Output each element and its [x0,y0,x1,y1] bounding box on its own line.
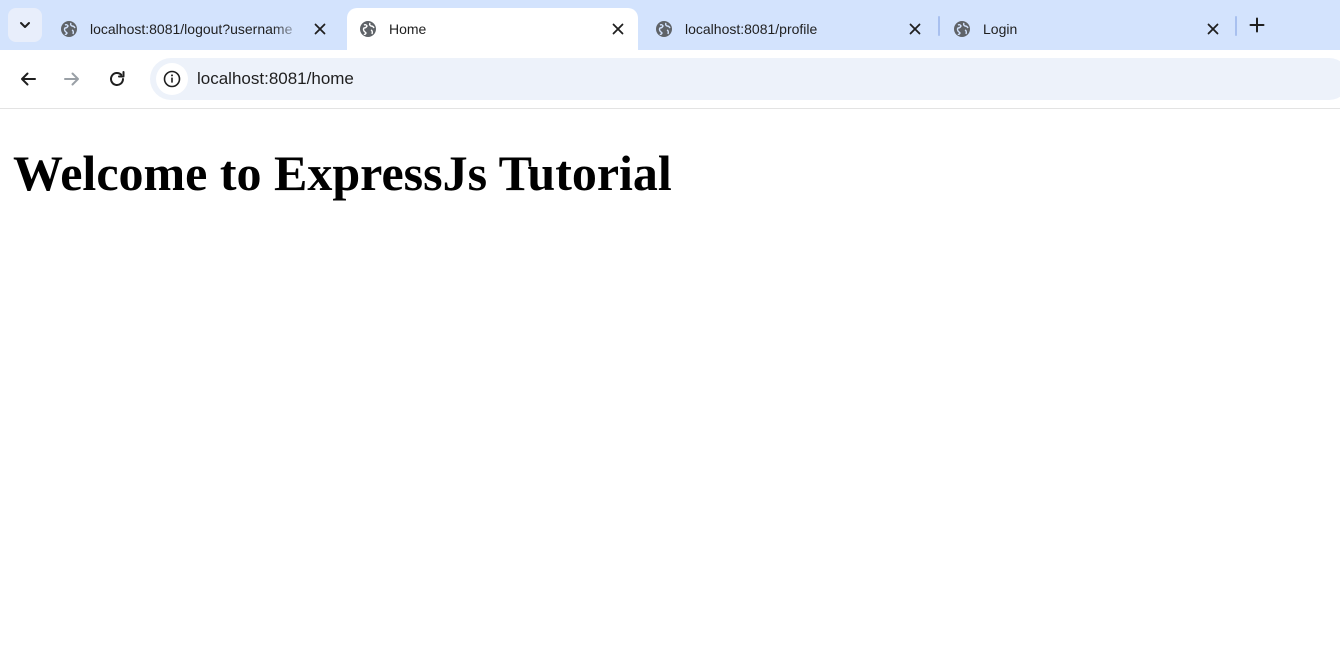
reload-button[interactable] [103,65,131,93]
chevron-down-icon [20,22,30,28]
reload-icon [110,71,125,86]
close-tab-icon[interactable] [608,19,628,39]
site-info-button[interactable] [156,63,188,95]
info-icon [163,70,181,88]
back-button[interactable] [14,65,42,93]
browser-toolbar: localhost:8081/home [0,50,1340,109]
new-tab-button[interactable] [1245,13,1269,37]
arrow-right-icon [64,72,79,86]
close-tab-icon[interactable] [1203,19,1223,39]
tab-title: Login [983,21,1018,37]
plus-icon [1249,17,1265,33]
close-tab-icon[interactable] [905,19,925,39]
close-tab-icon[interactable] [310,19,330,39]
globe-icon [953,20,971,38]
globe-icon [60,20,78,38]
forward-button[interactable] [58,65,86,93]
tab-logout[interactable]: localhost:8081/logout?username [48,8,340,50]
page-content: Welcome to ExpressJs Tutorial [0,109,1340,659]
tab-title: localhost:8081/profile [685,21,818,37]
tab-profile[interactable]: localhost:8081/profile [643,8,935,50]
tab-search-button[interactable] [8,8,42,42]
tab-title: localhost:8081/logout?username [90,21,293,37]
tab-separator [938,16,940,36]
arrow-left-icon [21,72,36,86]
tab-strip: localhost:8081/logout?username Home loca… [0,0,1340,50]
tab-title: Home [389,21,427,37]
globe-icon [655,20,673,38]
tab-login[interactable]: Login [941,8,1233,50]
tab-separator [1235,16,1237,36]
globe-icon [359,20,377,38]
url-text[interactable]: localhost:8081/home [197,69,354,89]
tab-home[interactable]: Home [347,8,638,50]
page-heading: Welcome to ExpressJs Tutorial [13,145,672,201]
address-bar[interactable]: localhost:8081/home [150,58,1340,100]
